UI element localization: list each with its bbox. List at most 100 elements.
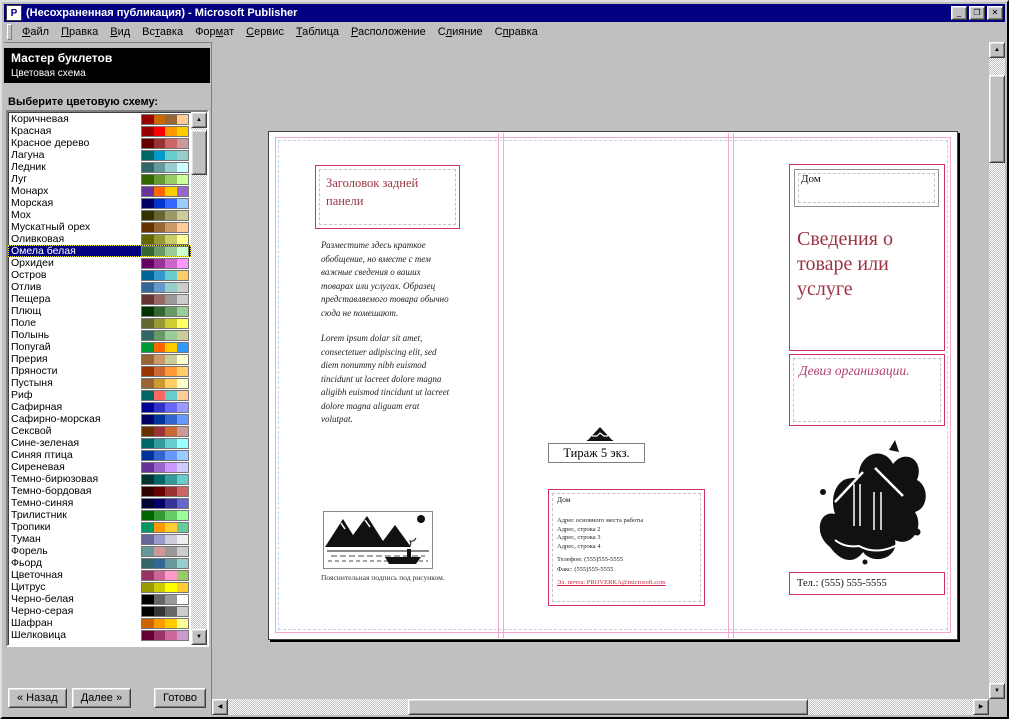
scheme-list-scrollbar[interactable]: ▲ ▼ [191, 112, 207, 645]
scheme-swatches [141, 450, 189, 461]
scheme-option-Туман[interactable]: Туман [8, 533, 191, 545]
scheme-option-Оливковая[interactable]: Оливковая [8, 233, 191, 245]
scheme-option-Темно-синяя[interactable]: Темно-синяя [8, 497, 191, 509]
address-box[interactable]: Дом Адрес основного места работыАдрес, с… [548, 489, 705, 606]
motto-box[interactable]: Девиз организации. [789, 354, 945, 426]
scheme-option-Остров[interactable]: Остров [8, 269, 191, 281]
menu-item-Расположение[interactable]: Расположение [345, 24, 432, 40]
scheme-option-Пещера[interactable]: Пещера [8, 293, 191, 305]
scheme-name: Луг [11, 173, 141, 185]
scheme-option-Трилистник[interactable]: Трилистник [8, 509, 191, 521]
scheme-option-Мох[interactable]: Мох [8, 209, 191, 221]
scheme-option-Сафирная[interactable]: Сафирная [8, 401, 191, 413]
menu-item-Файл[interactable]: Файл [16, 24, 55, 40]
menu-item-Вставка[interactable]: Вставка [136, 24, 189, 40]
scheme-option-Плющ[interactable]: Плющ [8, 305, 191, 317]
vertical-scrollbar[interactable]: ▲ ▼ [989, 42, 1005, 699]
scrollbar-thumb[interactable] [191, 130, 207, 175]
horizontal-scrollbar-track[interactable] [228, 699, 973, 715]
menu-item-Вид[interactable]: Вид [104, 24, 136, 40]
scheme-option-Красная[interactable]: Красная [8, 125, 191, 137]
scheme-option-Шафран[interactable]: Шафран [8, 617, 191, 629]
scroll-up-icon[interactable]: ▲ [191, 112, 207, 128]
scheme-option-Шелковица[interactable]: Шелковица [8, 629, 191, 641]
mountain-ship-clipart[interactable] [323, 511, 433, 569]
scheme-option-Омела белая[interactable]: Омела белая [8, 245, 191, 257]
scheme-option-Мускатный орех[interactable]: Мускатный орех [8, 221, 191, 233]
next-button[interactable]: Далее » [72, 688, 131, 708]
scheme-option-Цитрус[interactable]: Цитрус [8, 581, 191, 593]
scheme-option-Луг[interactable]: Луг [8, 173, 191, 185]
scheme-swatches [141, 162, 189, 173]
scheme-option-Сине-зеленая[interactable]: Сине-зеленая [8, 437, 191, 449]
scheme-name: Черно-белая [11, 593, 141, 605]
scroll-right-icon[interactable]: ▶ [973, 699, 989, 715]
horizontal-scrollbar-thumb[interactable] [408, 699, 808, 715]
address-lines: Адрес основного места работыАдрес, строк… [557, 517, 696, 551]
scheme-option-Синяя птица[interactable]: Синяя птица [8, 449, 191, 461]
scheme-swatches [141, 222, 189, 233]
back-panel-body-textbox[interactable]: Разместите здесь краткое обобщение, но в… [321, 239, 453, 439]
scheme-option-Морская[interactable]: Морская [8, 197, 191, 209]
scheme-option-Сиреневая[interactable]: Сиреневая [8, 461, 191, 473]
address-phone: Телефон: (555)555-5555 [557, 556, 696, 565]
scheme-option-Черно-белая[interactable]: Черно-белая [8, 593, 191, 605]
phone-box[interactable]: Тел.: (555) 555-5555 [789, 572, 945, 595]
front-panel-box[interactable]: Дом Сведения о товаре или услуге [789, 164, 945, 351]
scheme-swatches [141, 534, 189, 545]
vertical-scrollbar-thumb[interactable] [989, 75, 1005, 163]
scheme-swatches [141, 210, 189, 221]
menu-item-Слияние[interactable]: Слияние [432, 24, 489, 40]
scheme-option-Коричневая[interactable]: Коричневая [8, 113, 191, 125]
scheme-option-Орхидеи[interactable]: Орхидеи [8, 257, 191, 269]
scheme-option-Сексвой[interactable]: Сексвой [8, 425, 191, 437]
scheme-option-Форель[interactable]: Форель [8, 545, 191, 557]
tirazh-textbox[interactable]: Тираж 5 экз. [548, 443, 645, 463]
scroll-up-icon[interactable]: ▲ [989, 42, 1005, 58]
finish-button[interactable]: Готово [154, 688, 206, 708]
scheme-option-Прерия[interactable]: Прерия [8, 353, 191, 365]
minimize-button[interactable]: _ [951, 6, 967, 20]
scheme-option-Красное дерево[interactable]: Красное дерево [8, 137, 191, 149]
menu-item-Таблица[interactable]: Таблица [290, 24, 345, 40]
back-button[interactable]: « Назад [8, 688, 67, 708]
scheme-option-Тропики[interactable]: Тропики [8, 521, 191, 533]
scroll-down-icon[interactable]: ▼ [989, 683, 1005, 699]
scheme-option-Отлив[interactable]: Отлив [8, 281, 191, 293]
picture-caption[interactable]: Пояснительная подпись под рисунком. [321, 573, 449, 583]
scrollbar-track[interactable] [191, 128, 207, 629]
scheme-name: Полынь [11, 329, 141, 341]
scheme-option-Пустыня[interactable]: Пустыня [8, 377, 191, 389]
scheme-option-Цветочная[interactable]: Цветочная [8, 569, 191, 581]
scheme-option-Темно-бирюзовая[interactable]: Темно-бирюзовая [8, 473, 191, 485]
ink-drawing-clipart[interactable] [805, 432, 931, 569]
back-panel-heading-box[interactable]: Заголовок задней панели [315, 165, 460, 229]
org-name-box[interactable]: Дом [794, 169, 939, 207]
menu-item-Справка[interactable]: Справка [489, 24, 544, 40]
scheme-option-Пряности[interactable]: Пряности [8, 365, 191, 377]
scroll-down-icon[interactable]: ▼ [191, 629, 207, 645]
scheme-option-Риф[interactable]: Риф [8, 389, 191, 401]
close-button[interactable]: ✕ [987, 6, 1003, 20]
vertical-scrollbar-track[interactable] [989, 58, 1005, 683]
scheme-option-Попугай[interactable]: Попугай [8, 341, 191, 353]
scheme-option-Лагуна[interactable]: Лагуна [8, 149, 191, 161]
menu-item-Сервис[interactable]: Сервис [240, 24, 290, 40]
scheme-swatches [141, 594, 189, 605]
scheme-option-Черно-серая[interactable]: Черно-серая [8, 605, 191, 617]
menu-item-Правка[interactable]: Правка [55, 24, 104, 40]
scheme-option-Монарх[interactable]: Монарх [8, 185, 191, 197]
scroll-left-icon[interactable]: ◀ [212, 699, 228, 715]
scheme-option-Темно-бордовая[interactable]: Темно-бордовая [8, 485, 191, 497]
scheme-option-Полынь[interactable]: Полынь [8, 329, 191, 341]
horizontal-scrollbar[interactable]: ◀ ▶ [212, 699, 989, 715]
scheme-option-Ледник[interactable]: Ледник [8, 161, 191, 173]
scheme-option-Фьорд[interactable]: Фьорд [8, 557, 191, 569]
scheme-option-Поле[interactable]: Поле [8, 317, 191, 329]
pyramid-logo-icon[interactable] [587, 426, 613, 441]
scheme-name: Отлив [11, 281, 141, 293]
brochure-page[interactable]: Заголовок задней панели Разместите здесь… [268, 131, 958, 640]
scheme-option-Сафирно-морская[interactable]: Сафирно-морская [8, 413, 191, 425]
menu-item-Формат[interactable]: Формат [189, 24, 240, 40]
maximize-button[interactable]: ❐ [969, 6, 985, 20]
